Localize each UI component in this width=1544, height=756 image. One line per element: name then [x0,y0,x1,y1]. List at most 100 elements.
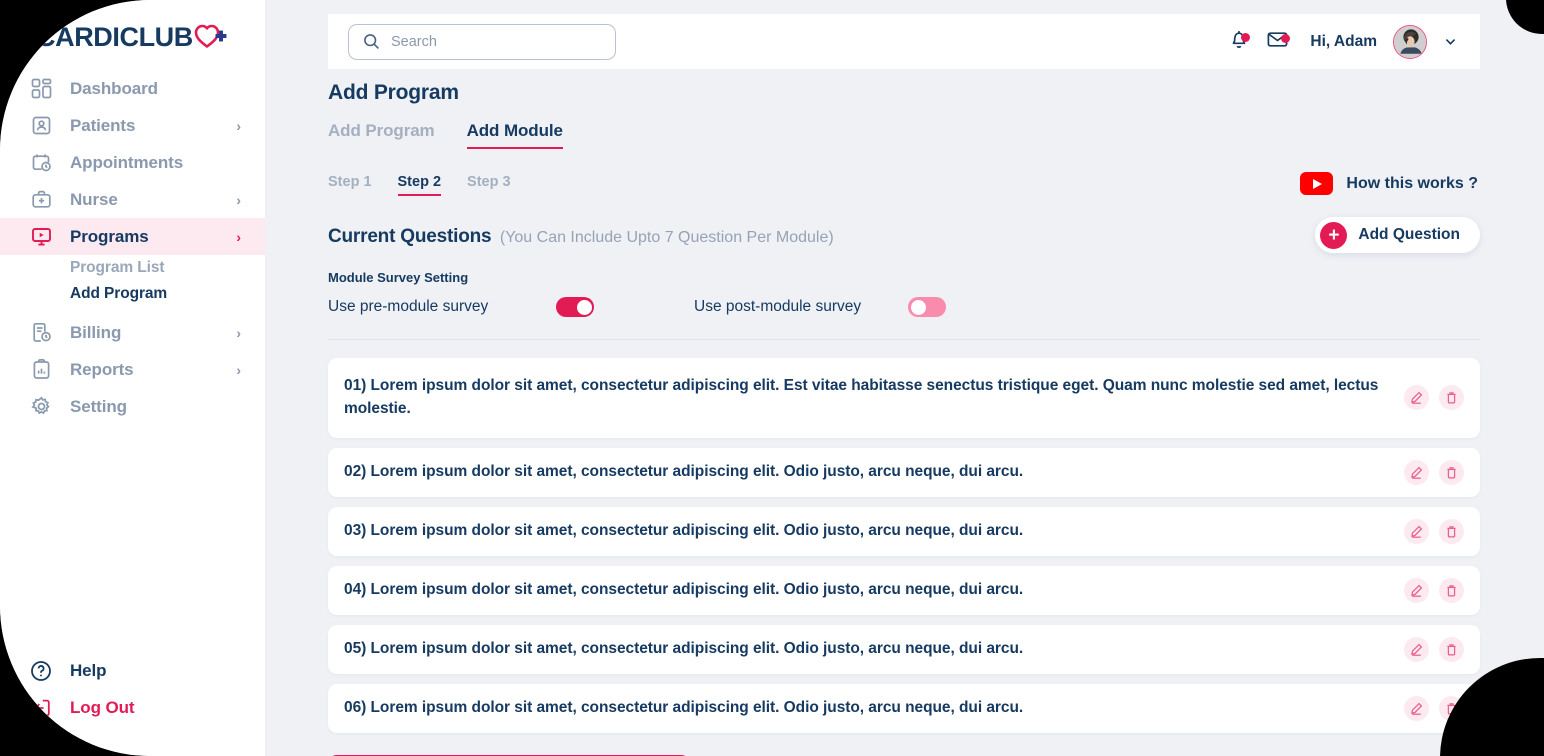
pencil-edit-icon[interactable] [1404,385,1429,411]
sidebar-item-label: Log Out [70,697,135,717]
appointments-icon [28,150,54,176]
notifications-button[interactable] [1220,23,1258,61]
sidebar-item-label: Nurse [70,189,118,209]
chevron-right-icon: › [236,324,241,341]
question-actions [1404,577,1464,603]
current-questions-header: Current Questions (You Can Include Upto … [328,217,1480,253]
sidebar-item-label: Reports [70,359,134,379]
sidebar-item-reports[interactable]: Reports › [0,351,265,388]
sidebar-item-help[interactable]: Help [0,652,265,689]
sidebar-item-label: Appointments [70,152,184,172]
tab-add-module[interactable]: Add Module [466,121,564,149]
sidebar-item-programs[interactable]: Programs › [0,218,265,255]
sidebar: CARDICLUB Dashboard Patients › Appointme… [0,0,265,756]
step-2[interactable]: Step 2 [397,174,441,196]
add-question-label: Add Question [1358,226,1460,243]
section-hint: (You Can Include Upto 7 Question Per Mod… [499,229,834,246]
notification-badge [1241,32,1251,42]
tab-add-program[interactable]: Add Program [328,121,435,149]
sidebar-item-setting[interactable]: Setting [0,388,265,425]
heart-plus-icon [194,23,228,54]
message-badge [1281,33,1291,43]
app-window: CARDICLUB Dashboard Patients › Appointme… [0,0,1544,756]
question-row[interactable]: 04) Lorem ipsum dolor sit amet, consecte… [328,565,1480,615]
logout-icon [28,695,54,721]
youtube-icon [1300,172,1334,195]
question-actions [1404,636,1464,662]
step-3[interactable]: Step 3 [467,174,511,196]
toggle-knob [576,299,592,315]
trash-delete-icon[interactable] [1439,577,1464,603]
sidebar-item-patients[interactable]: Patients › [0,107,265,144]
question-row[interactable]: 06) Lorem ipsum dolor sit amet, consecte… [328,683,1480,733]
page-content: Add Program Add Program Add Module How t… [328,69,1480,756]
user-greeting: Hi, Adam [1310,32,1377,50]
help-circle-icon [28,658,54,684]
nurse-icon [28,187,54,213]
avatar[interactable] [1393,24,1427,59]
sidebar-item-label: Dashboard [70,78,158,98]
sidebar-item-nurse[interactable]: Nurse › [0,181,265,218]
section-heading: Current Questions [328,226,492,247]
pencil-edit-icon[interactable] [1404,577,1429,603]
messages-button[interactable] [1258,23,1296,61]
pencil-edit-icon[interactable] [1404,518,1429,544]
question-row[interactable]: 02) Lorem ipsum dolor sit amet, consecte… [328,447,1480,497]
how-this-works-link[interactable]: How this works ? [1300,172,1478,195]
question-actions [1404,695,1464,721]
question-text: 06) Lorem ipsum dolor sit amet, consecte… [344,698,1024,716]
sidebar-item-billing[interactable]: Billing › [0,314,265,351]
main-content-area: Hi, Adam [265,0,1544,756]
topbar-right-cluster: Hi, Adam [1220,23,1480,61]
pencil-edit-icon[interactable] [1404,636,1429,662]
trash-delete-icon[interactable] [1439,636,1464,662]
logo-wordmark: CARDICLUB [36,22,193,52]
trash-delete-icon[interactable] [1439,695,1464,721]
search-icon [363,33,380,50]
sidebar-item-label: Patients [70,115,136,135]
pre-module-survey-toggle[interactable] [556,297,594,317]
post-module-survey-toggle[interactable] [908,297,946,317]
search-box[interactable] [348,23,616,60]
page-title: Add Program [328,81,459,104]
app-logo[interactable]: CARDICLUB [36,21,228,54]
sidebar-item-label: Billing [70,322,122,342]
trash-delete-icon[interactable] [1439,385,1464,411]
post-module-survey-label: Use post-module survey [694,298,862,315]
question-row[interactable]: 03) Lorem ipsum dolor sit amet, consecte… [328,506,1480,556]
chevron-right-icon: › [236,191,241,208]
sidebar-subitem-program-list[interactable]: Program List [0,255,265,281]
question-text: 05) Lorem ipsum dolor sit amet, consecte… [344,639,1024,657]
question-row[interactable]: 01) Lorem ipsum dolor sit amet, consecte… [328,358,1480,438]
settings-gear-icon [28,394,54,420]
question-row[interactable]: 05) Lorem ipsum dolor sit amet, consecte… [328,624,1480,674]
chevron-right-icon: › [236,228,241,245]
chevron-right-icon: › [236,361,241,378]
pencil-edit-icon[interactable] [1404,459,1429,485]
question-text: 03) Lorem ipsum dolor sit amet, consecte… [344,521,1024,539]
search-input[interactable] [391,33,581,50]
sidebar-item-label: Help [70,660,107,680]
chevron-right-icon: › [236,117,241,134]
questions-list: 01) Lorem ipsum dolor sit amet, consecte… [328,358,1480,733]
pencil-edit-icon[interactable] [1404,695,1429,721]
sidebar-subitem-add-program[interactable]: Add Program [0,281,265,307]
step-1[interactable]: Step 1 [328,174,372,196]
sidebar-item-logout[interactable]: Log Out [0,689,265,726]
programs-icon [28,224,54,250]
sidebar-item-appointments[interactable]: Appointments [0,144,265,181]
billing-icon [28,320,54,346]
sidebar-item-label: Programs [70,226,149,246]
question-actions [1404,385,1464,411]
module-survey-setting-title: Module Survey Setting [328,270,469,285]
sidebar-item-dashboard[interactable]: Dashboard [0,70,265,107]
toggle-knob [910,299,926,315]
add-question-button[interactable]: + Add Question [1315,217,1480,253]
patients-icon [28,113,54,139]
sidebar-nav: Dashboard Patients › Appointments Nurse … [0,70,265,425]
trash-delete-icon[interactable] [1439,459,1464,485]
chevron-down-icon[interactable] [1443,34,1458,49]
topbar: Hi, Adam [328,14,1480,69]
trash-delete-icon[interactable] [1439,518,1464,544]
sidebar-bottom-nav: Help Log Out [0,652,265,726]
